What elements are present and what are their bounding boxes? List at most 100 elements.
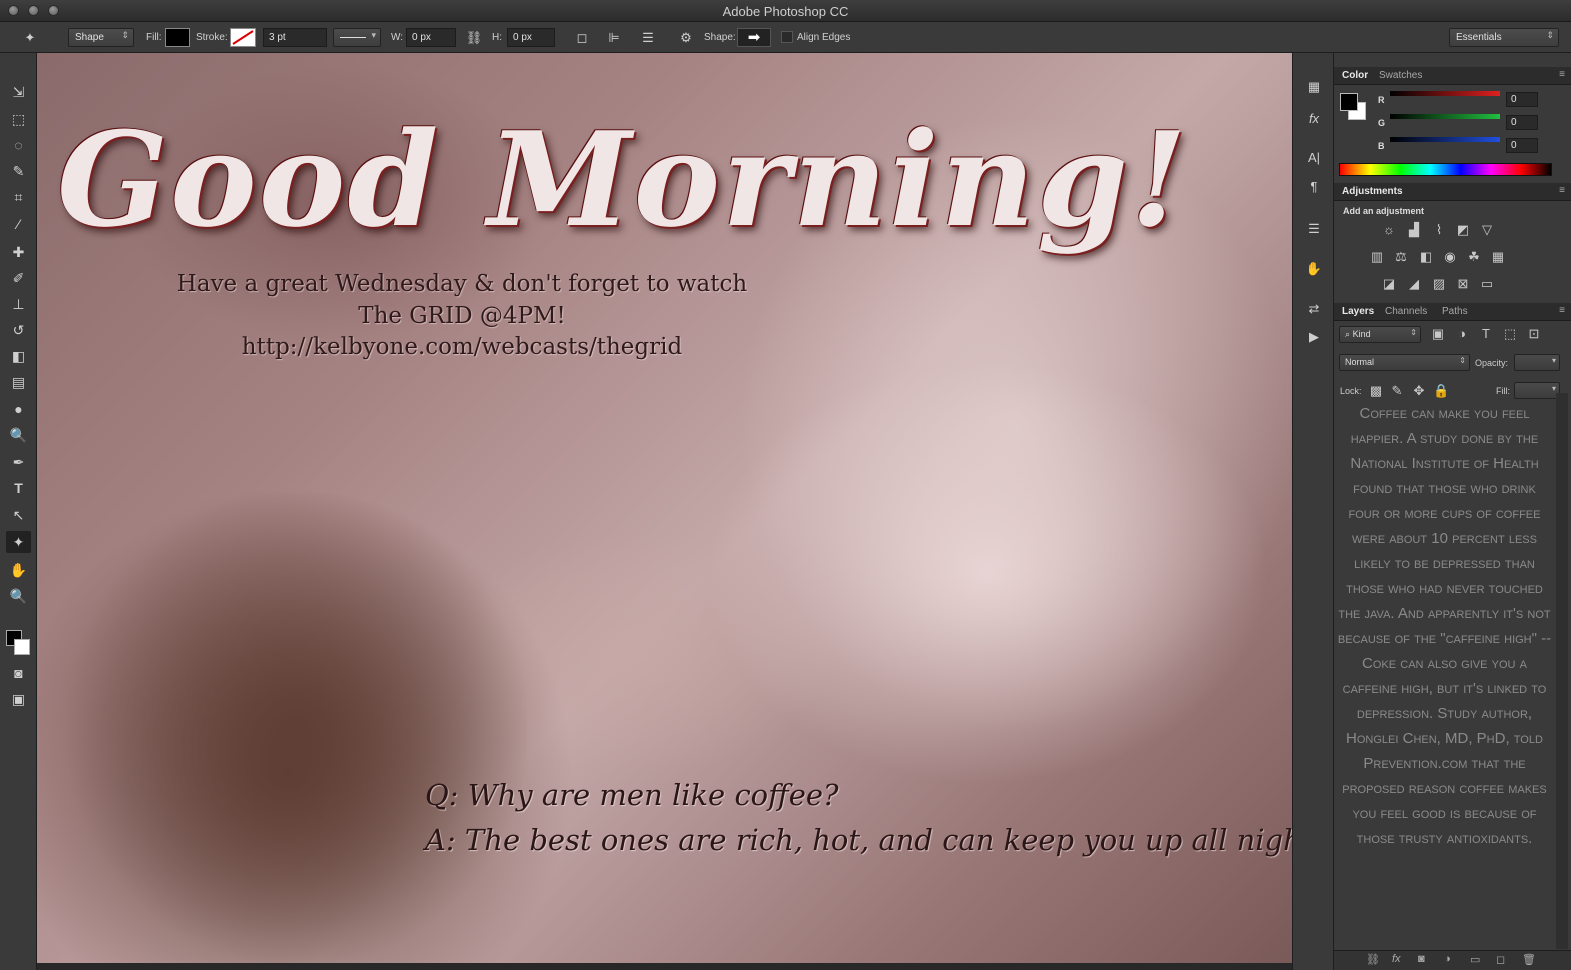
gear-icon[interactable]: ⚙: [676, 28, 696, 47]
add-layer-style-icon[interactable]: fx: [1392, 953, 1401, 965]
zoom-tool-icon[interactable]: 🔍: [6, 585, 31, 607]
hue-saturation-icon[interactable]: ▥: [1369, 249, 1385, 265]
lock-position-icon[interactable]: ✥: [1411, 383, 1427, 399]
quick-mask-icon[interactable]: ◙: [6, 662, 31, 684]
link-layers-icon[interactable]: ⛓: [1366, 953, 1380, 966]
stroke-width-field[interactable]: 3 pt: [263, 28, 327, 47]
filter-shape-icon[interactable]: ⬚: [1502, 326, 1518, 342]
red-channel-slider[interactable]: [1390, 91, 1500, 96]
add-mask-icon[interactable]: ◙: [1418, 953, 1425, 965]
black-white-icon[interactable]: ◧: [1418, 249, 1434, 265]
stroke-type-select[interactable]: ▾: [333, 28, 381, 47]
color-lookup-icon[interactable]: ▦: [1490, 249, 1506, 265]
link-icon[interactable]: ⛓: [464, 28, 484, 47]
paragraph-panel-icon[interactable]: ¶: [1303, 177, 1325, 197]
document-canvas[interactable]: Good Morning! Have a great Wednesday & d…: [37, 53, 1292, 963]
lock-image-icon[interactable]: ✎: [1389, 383, 1405, 399]
selective-color-icon[interactable]: ⊠: [1455, 276, 1471, 292]
panel-menu-icon[interactable]: ≡: [1559, 69, 1565, 80]
exposure-icon[interactable]: ◩: [1455, 222, 1471, 238]
eraser-tool-icon[interactable]: ◧: [6, 345, 31, 367]
hand-tool-icon[interactable]: ✋: [6, 559, 31, 581]
gradient-map-icon[interactable]: ▭: [1479, 276, 1495, 292]
clone-source-icon[interactable]: ⇄: [1303, 299, 1325, 319]
properties-panel-icon[interactable]: ☰: [1303, 219, 1325, 239]
filter-adjustment-icon[interactable]: ◑: [1454, 326, 1470, 342]
layer-filter-kind-select[interactable]: ⌕ Kind ⇕: [1339, 326, 1421, 343]
quick-selection-tool-icon[interactable]: ✎: [6, 160, 31, 182]
brush-tool-icon[interactable]: ✐: [6, 267, 31, 289]
fill-swatch[interactable]: [165, 28, 190, 47]
new-group-icon[interactable]: ▭: [1470, 953, 1480, 966]
screen-mode-icon[interactable]: ▣: [6, 688, 31, 710]
tab-layers[interactable]: Layers: [1342, 306, 1374, 317]
filter-type-icon[interactable]: T: [1478, 326, 1494, 342]
workspace-select[interactable]: Essentials ⇕: [1449, 28, 1559, 47]
height-field[interactable]: 0 px: [507, 28, 555, 47]
eyedropper-tool-icon[interactable]: ⁄: [6, 213, 31, 235]
actions-play-icon[interactable]: ▶: [1303, 327, 1325, 347]
blur-tool-icon[interactable]: ●: [6, 398, 31, 420]
custom-shape-tool-button-icon[interactable]: ✦: [6, 531, 31, 553]
blue-channel-field[interactable]: 0: [1506, 138, 1538, 153]
marquee-tool-icon[interactable]: ⬚: [6, 108, 31, 130]
custom-shape-tool-icon[interactable]: ✦: [20, 28, 40, 47]
layers-scrollbar[interactable]: [1556, 393, 1568, 949]
threshold-icon[interactable]: ▨: [1431, 276, 1447, 292]
lock-transparent-icon[interactable]: ▩: [1368, 383, 1384, 399]
adjustments-menu-icon[interactable]: ≡: [1559, 185, 1565, 196]
pen-tool-icon[interactable]: ✒: [6, 451, 31, 473]
clone-stamp-tool-icon[interactable]: ⊥: [6, 293, 31, 315]
path-operations-icon[interactable]: ◻: [572, 28, 592, 47]
filter-pixel-icon[interactable]: ▣: [1430, 326, 1446, 342]
new-adjustment-layer-icon[interactable]: ◑: [1444, 953, 1451, 965]
align-edges-checkbox[interactable]: [781, 31, 793, 43]
background-color-swatch[interactable]: [14, 639, 30, 655]
tab-color[interactable]: Color: [1342, 70, 1368, 81]
levels-icon[interactable]: ▟: [1406, 222, 1422, 238]
blend-mode-select[interactable]: Normal ⇕: [1339, 354, 1470, 371]
color-foreground-swatch[interactable]: [1340, 93, 1358, 111]
green-channel-field[interactable]: 0: [1506, 115, 1538, 130]
green-channel-slider[interactable]: [1390, 114, 1500, 119]
lock-all-icon[interactable]: 🔒: [1433, 383, 1449, 399]
shape-picker[interactable]: ➡: [737, 28, 771, 47]
character-panel-icon[interactable]: A|: [1303, 148, 1325, 168]
posterize-icon[interactable]: ◢: [1406, 276, 1422, 292]
path-selection-tool-icon[interactable]: ↖: [6, 504, 31, 526]
width-field[interactable]: 0 px: [406, 28, 456, 47]
history-brush-tool-icon[interactable]: ↺: [6, 319, 31, 341]
path-alignment-icon[interactable]: ⊫: [604, 28, 624, 47]
crop-tool-icon[interactable]: ⌗: [6, 186, 31, 208]
red-channel-field[interactable]: 0: [1506, 92, 1538, 107]
tab-adjustments[interactable]: Adjustments: [1342, 186, 1403, 197]
opacity-field[interactable]: ▾: [1514, 354, 1560, 371]
tab-channels[interactable]: Channels: [1385, 306, 1427, 317]
tool-mode-select[interactable]: Shape ⇕: [68, 28, 134, 47]
gradient-tool-icon[interactable]: ▤: [6, 371, 31, 393]
tab-paths[interactable]: Paths: [1442, 306, 1468, 317]
healing-brush-tool-icon[interactable]: ✚: [6, 241, 31, 263]
styles-panel-icon[interactable]: fx: [1303, 109, 1325, 129]
lasso-tool-icon[interactable]: ◌: [6, 134, 31, 156]
path-arrangement-icon[interactable]: ☰: [638, 28, 658, 47]
filter-smart-object-icon[interactable]: ⊡: [1526, 326, 1542, 342]
move-tool-icon[interactable]: ⇲: [6, 81, 31, 103]
fill-opacity-field[interactable]: ▾: [1514, 382, 1560, 399]
history-panel-icon[interactable]: ▦: [1303, 77, 1325, 97]
stroke-swatch[interactable]: [230, 28, 256, 47]
curves-icon[interactable]: ⌇: [1431, 222, 1447, 238]
color-balance-icon[interactable]: ⚖: [1393, 249, 1409, 265]
type-tool-icon[interactable]: T: [6, 477, 31, 499]
dodge-tool-icon[interactable]: 🔍: [6, 424, 31, 446]
tab-swatches[interactable]: Swatches: [1379, 70, 1422, 81]
photo-filter-icon[interactable]: ◉: [1442, 249, 1458, 265]
new-layer-icon[interactable]: ◻: [1496, 953, 1505, 966]
blue-channel-slider[interactable]: [1390, 137, 1500, 142]
brightness-contrast-icon[interactable]: ☼: [1381, 222, 1397, 238]
color-spectrum-ramp[interactable]: [1339, 163, 1552, 176]
vibrance-icon[interactable]: ▽: [1479, 222, 1495, 238]
invert-icon[interactable]: ◪: [1381, 276, 1397, 292]
channel-mixer-icon[interactable]: ☘: [1466, 249, 1482, 265]
layers-menu-icon[interactable]: ≡: [1559, 305, 1565, 316]
